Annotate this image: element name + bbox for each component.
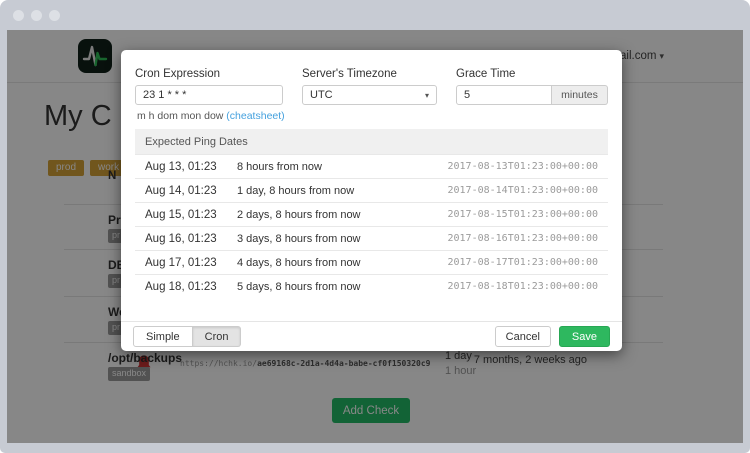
cron-expression-label: Cron Expression (135, 68, 283, 80)
cancel-button[interactable]: Cancel (495, 326, 551, 347)
ping-date-row: Aug 18, 01:23 5 days, 8 hours from now 2… (135, 274, 608, 298)
ping-date-row: Aug 16, 01:23 3 days, 8 hours from now 2… (135, 226, 608, 250)
ping-relative: 4 days, 8 hours from now (237, 257, 361, 269)
cron-mode-button[interactable]: Cron (193, 326, 242, 347)
schedule-form: Cron Expression m h dom mon dow (cheatsh… (135, 68, 608, 122)
ping-date-row: Aug 17, 01:23 4 days, 8 hours from now 2… (135, 250, 608, 274)
ping-iso-timestamp: 2017-08-14T01:23:00+00:00 (447, 185, 598, 196)
cheatsheet-link[interactable]: (cheatsheet) (226, 110, 284, 122)
ping-iso-timestamp: 2017-08-15T01:23:00+00:00 (447, 209, 598, 220)
ping-iso-timestamp: 2017-08-18T01:23:00+00:00 (447, 281, 598, 292)
browser-window: ail.com▾ My C prod work N ! Pr pr ✓ DB p… (0, 0, 750, 453)
grace-time-field: Grace Time minutes (456, 68, 608, 122)
simple-mode-button[interactable]: Simple (133, 326, 193, 347)
cron-edit-dialog: Cron Expression m h dom mon dow (cheatsh… (121, 50, 622, 351)
ping-date-row: Aug 15, 01:23 2 days, 8 hours from now 2… (135, 202, 608, 226)
ping-date: Aug 17, 01:23 (145, 257, 237, 269)
window-dot-icon[interactable] (13, 10, 24, 21)
save-button[interactable]: Save (559, 326, 610, 347)
ping-date: Aug 18, 01:23 (145, 281, 237, 293)
window-dot-icon[interactable] (49, 10, 60, 21)
window-dot-icon[interactable] (31, 10, 42, 21)
cron-helper-fields: m h dom mon dow (137, 110, 226, 122)
minutes-addon: minutes (552, 85, 608, 105)
ping-iso-timestamp: 2017-08-13T01:23:00+00:00 (447, 161, 598, 172)
ping-relative: 2 days, 8 hours from now (237, 209, 361, 221)
ping-iso-timestamp: 2017-08-17T01:23:00+00:00 (447, 257, 598, 268)
ping-date: Aug 15, 01:23 (145, 209, 237, 221)
grace-time-input[interactable] (456, 85, 552, 105)
ping-dates-table: Expected Ping Dates Aug 13, 01:23 8 hour… (135, 129, 608, 298)
grace-input-group: minutes (456, 85, 608, 105)
ping-relative: 3 days, 8 hours from now (237, 233, 361, 245)
grace-time-label: Grace Time (456, 68, 608, 80)
window-titlebar (0, 0, 750, 30)
ping-date-row: Aug 13, 01:23 8 hours from now 2017-08-1… (135, 154, 608, 178)
ping-date: Aug 14, 01:23 (145, 185, 237, 197)
schedule-mode-toggle: Simple Cron (133, 326, 241, 347)
cron-helper-text: m h dom mon dow (cheatsheet) (137, 110, 283, 122)
dialog-footer: Simple Cron Cancel Save (121, 321, 622, 351)
timezone-field: Server's Timezone UTC ▾ (302, 68, 437, 122)
ping-date: Aug 13, 01:23 (145, 161, 237, 173)
timezone-label: Server's Timezone (302, 68, 437, 80)
ping-relative: 5 days, 8 hours from now (237, 281, 361, 293)
ping-relative: 1 day, 8 hours from now (237, 185, 354, 197)
cron-expression-field: Cron Expression m h dom mon dow (cheatsh… (135, 68, 283, 122)
cron-expression-input[interactable] (135, 85, 283, 105)
dialog-body: Cron Expression m h dom mon dow (cheatsh… (135, 68, 608, 298)
ping-date: Aug 16, 01:23 (145, 233, 237, 245)
timezone-select[interactable]: UTC ▾ (302, 85, 437, 105)
ping-dates-header: Expected Ping Dates (135, 129, 608, 154)
timezone-selected-value: UTC (310, 89, 333, 101)
ping-relative: 8 hours from now (237, 161, 322, 173)
caret-down-icon: ▾ (425, 91, 429, 100)
ping-date-row: Aug 14, 01:23 1 day, 8 hours from now 20… (135, 178, 608, 202)
ping-iso-timestamp: 2017-08-16T01:23:00+00:00 (447, 233, 598, 244)
